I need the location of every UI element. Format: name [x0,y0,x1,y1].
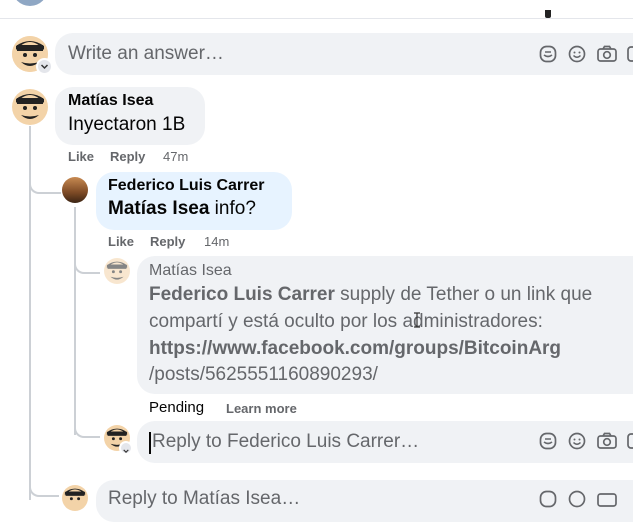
comment-time[interactable]: 47m [163,149,188,164]
pending-mention: Federico Luis Carrer [149,284,335,305]
profile-switch-badge[interactable] [119,441,133,455]
cartoon-face-icon [104,258,130,284]
bottom-input-icons [538,489,618,509]
pending-text-body1: supply de Tether o un link que [334,284,593,305]
emoji-icon[interactable] [567,489,587,509]
user-avatar[interactable] [62,485,88,511]
sticker-icon[interactable] [538,44,558,64]
comment-text: Inyectaron 1B [68,114,186,135]
cartoon-face-icon [12,89,48,125]
camera-icon[interactable] [596,489,618,509]
gif-icon[interactable] [627,431,633,451]
reply-button[interactable]: Reply [110,149,145,164]
reply-avatar[interactable] [62,177,88,203]
text-cursor-icon [413,312,421,328]
sticker-icon[interactable] [538,489,558,509]
pending-text-line2: compartí y está oculto por los administr… [149,311,543,332]
gif-icon[interactable] [627,44,633,64]
pending-avatar [104,258,130,284]
pending-link-line2: /posts/5625551160890293/ [149,364,378,385]
profile-switch-badge[interactable] [36,58,53,75]
reply-mention[interactable]: Matías Isea [108,198,209,219]
divider [0,18,633,19]
reply-input-icons [538,431,633,451]
pending-text-line1: Federico Luis Carrer supply de Tether o … [149,284,592,306]
camera-icon[interactable] [596,431,618,451]
chevron-down-icon [40,64,49,70]
comment-avatar[interactable] [12,89,48,125]
thread-line-reply [74,207,76,435]
thread-elbow [29,475,59,497]
reply-input-placeholder: Reply to Federico Luis Carrer… [152,431,420,452]
avatar-top-cut [12,0,48,6]
cartoon-face-icon [62,485,88,511]
reply-author[interactable]: Federico Luis Carrer [108,177,265,195]
pending-link-line1: https://www.facebook.com/groups/BitcoinA… [149,338,562,359]
sticker-icon[interactable] [538,431,558,451]
like-button[interactable]: Like [68,149,94,164]
partial-glyph [545,10,551,18]
pending-status: Pending [149,399,205,416]
camera-icon[interactable] [596,44,618,64]
reply-time[interactable]: 14m [204,234,229,249]
answer-input-placeholder: Write an answer… [68,43,224,64]
like-button[interactable]: Like [108,234,134,249]
pending-author: Matías Isea [149,262,232,279]
thread-elbow [74,254,100,274]
emoji-icon[interactable] [567,431,587,451]
thread-elbow [74,418,100,438]
reply-text-body: info? [209,198,256,219]
emoji-icon[interactable] [567,44,587,64]
reply-button[interactable]: Reply [150,234,185,249]
comment-author[interactable]: Matías Isea [68,92,153,110]
learn-more-link[interactable]: Learn more [226,401,297,416]
thread-elbow [29,170,61,194]
answer-input-icons [538,44,633,64]
reply-text: Matías Isea info? [108,198,256,220]
bottom-reply-input-placeholder: Reply to Matías Isea… [108,488,301,509]
text-caret [149,432,151,454]
chevron-down-icon [123,449,129,453]
